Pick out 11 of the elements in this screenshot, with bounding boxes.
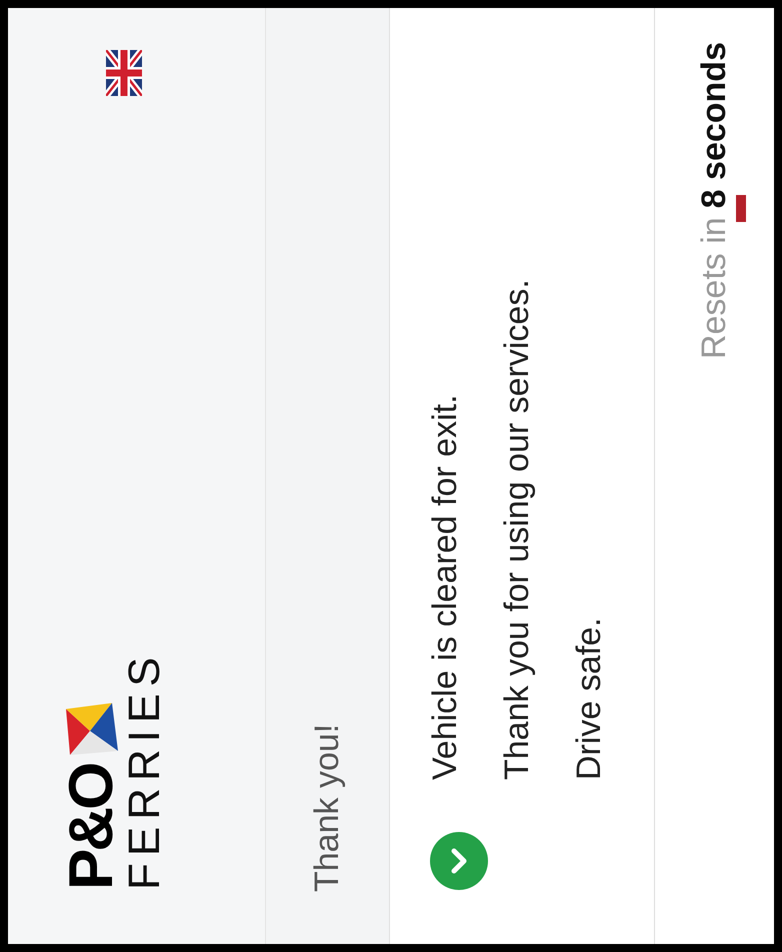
flag-icon[interactable] <box>106 50 142 96</box>
resets-label: Resets in <box>695 217 734 360</box>
logo-brand: P&O <box>64 764 120 890</box>
countdown-underline <box>736 195 746 222</box>
thank-you-heading: Thank you! <box>308 724 347 892</box>
chevron-circle-icon <box>430 832 488 890</box>
countdown-text: 8 seconds <box>695 42 734 208</box>
logo-subtitle: FERRIES <box>120 650 170 890</box>
message-text: Thank you for using our services. <box>498 279 536 780</box>
message-text: Vehicle is cleared for exit. <box>426 393 464 780</box>
message-text: Drive safe. <box>570 616 608 780</box>
